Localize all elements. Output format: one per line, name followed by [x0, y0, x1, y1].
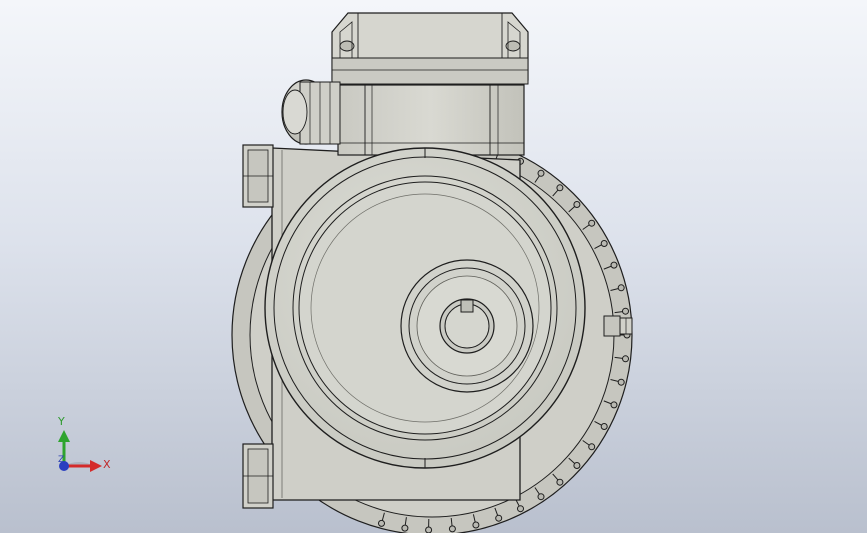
motor-model[interactable] [0, 0, 867, 533]
cooling-fin-tip [425, 526, 433, 533]
cooling-fin-tip [610, 261, 618, 269]
cooling-fin-tip [517, 505, 524, 513]
cooling-fin-tip [472, 521, 480, 529]
cooling-fin-tip [378, 519, 385, 527]
cooling-fin-tip [537, 169, 545, 177]
cooling-fin-tip [448, 525, 456, 533]
cooling-fin-tip [622, 355, 629, 363]
cad-viewport[interactable]: Y X Z [0, 0, 867, 533]
x-axis-arrowhead [90, 460, 102, 472]
cooling-fin-tip [600, 240, 608, 247]
terminal-box-lid[interactable] [331, 12, 529, 85]
mounting-foot-top[interactable] [242, 144, 274, 208]
cooling-fin-tip [600, 423, 608, 430]
cooling-fin-tip [573, 201, 581, 208]
y-axis-arrowhead [58, 430, 70, 442]
cooling-fin-tip [556, 478, 564, 486]
axis-z-label: Z [58, 455, 65, 465]
terminal-box[interactable] [337, 84, 525, 156]
axis-y-label: Y [58, 415, 65, 428]
cooling-fin-tip [495, 514, 503, 522]
cooling-fin-tip [573, 462, 581, 469]
motor-shaft[interactable] [439, 298, 495, 354]
cooling-fin-tip [556, 184, 564, 192]
coordinate-triad [58, 430, 102, 472]
cooling-fin-tip [588, 219, 596, 227]
axis-x-label: X [103, 458, 111, 471]
cooling-fin-tip [617, 378, 625, 386]
cooling-fin-tip [401, 524, 409, 532]
cooling-fin-tip [617, 284, 625, 292]
cable-gland[interactable] [281, 79, 341, 145]
cooling-fin-tip [537, 493, 545, 501]
cooling-fin-tip [588, 443, 596, 451]
cooling-fin-tip [610, 401, 618, 409]
mounting-foot-bottom[interactable] [242, 443, 274, 509]
cooling-fin-tip [622, 307, 629, 315]
drain-plug[interactable] [603, 315, 633, 337]
